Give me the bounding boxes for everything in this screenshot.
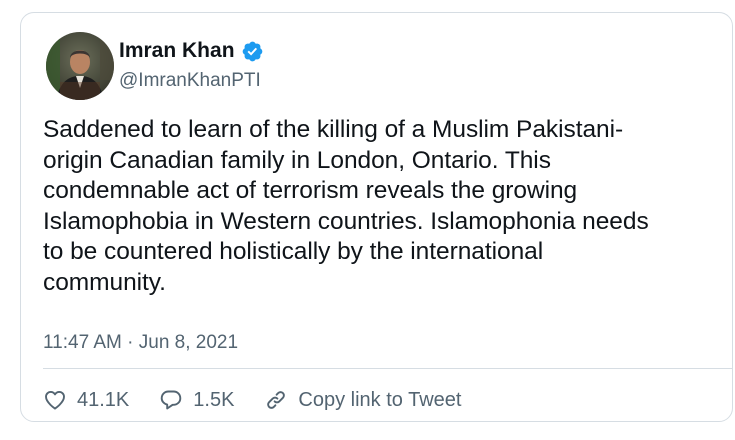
tweet-text: Saddened to learn of the killing of a Mu… — [43, 116, 649, 296]
verified-badge-icon — [241, 40, 264, 63]
display-name[interactable]: Imran Khan — [119, 38, 235, 64]
reply-button[interactable]: 1.5K — [159, 387, 234, 413]
reply-bubble-icon — [159, 388, 183, 412]
heart-icon — [43, 388, 67, 412]
like-count: 41.1K — [77, 389, 130, 411]
reply-count: 1.5K — [193, 389, 235, 411]
action-bar: 41.1K 1.5K Copy link to Tweet — [43, 385, 491, 415]
avatar[interactable] — [46, 32, 114, 100]
tweet-card[interactable]: Imran Khan @ImranKhanPTI Saddened to lea… — [20, 12, 733, 422]
like-button[interactable]: 41.1K — [43, 387, 129, 413]
avatar-photo-icon — [46, 32, 114, 100]
copy-link-label: Copy link to Tweet — [298, 389, 462, 411]
user-handle[interactable]: @ImranKhanPTI — [119, 69, 261, 93]
link-icon — [264, 388, 288, 412]
tweet-timestamp[interactable]: 11:47 AM · Jun 8, 2021 — [43, 331, 238, 355]
name-row: Imran Khan — [119, 38, 264, 64]
divider — [43, 368, 733, 369]
copy-link-button[interactable]: Copy link to Tweet — [264, 387, 461, 413]
